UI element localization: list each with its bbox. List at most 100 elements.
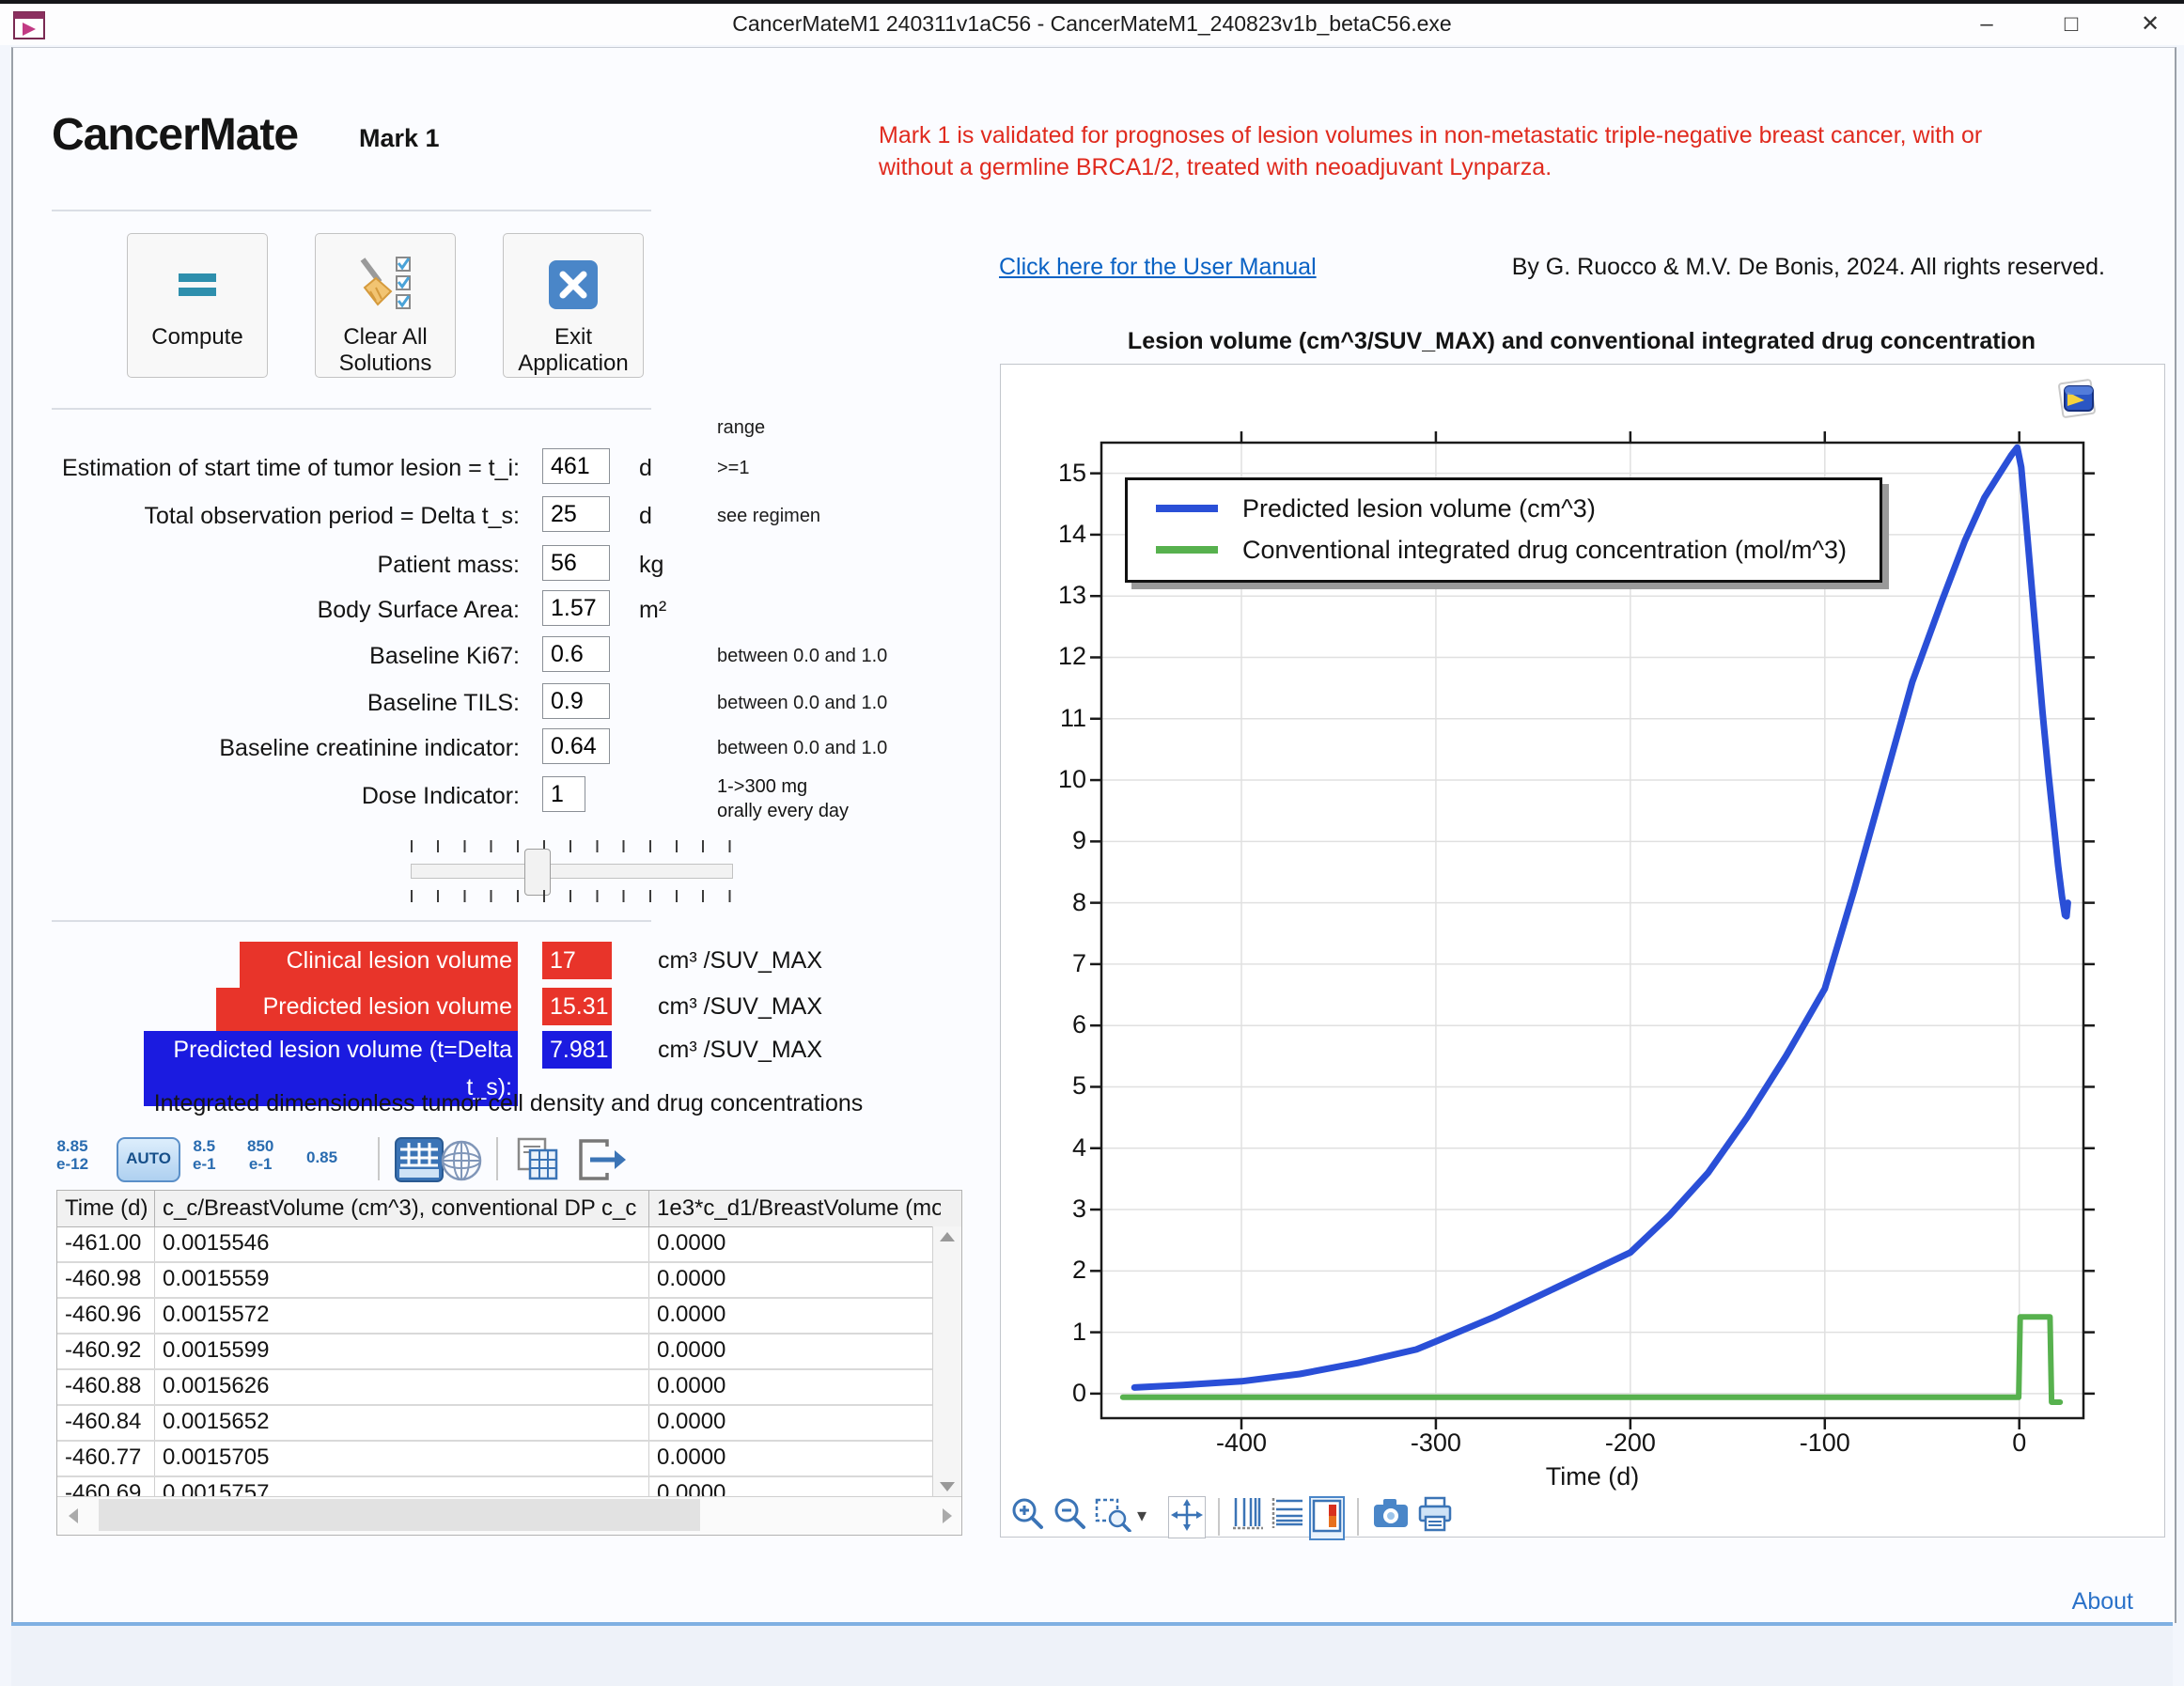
result-unit: cm³ /SUV_MAX (658, 988, 822, 1025)
copy-table-icon[interactable] (515, 1137, 562, 1187)
baseline-ki67-input[interactable] (542, 636, 610, 672)
form-row-patient-mass: Patient mass: kg (0, 543, 977, 586)
maximize-button[interactable]: □ (2045, 6, 2098, 43)
baseline-creatinine-input[interactable] (542, 728, 610, 764)
plot-area[interactable] (1101, 443, 2083, 1418)
close-button[interactable]: ✕ (2124, 6, 2176, 43)
range-column-header: range (717, 415, 765, 440)
precision-display-button-4[interactable]: 0.85 (306, 1137, 337, 1179)
form-row-baseline-creatinine: Baseline creatinine indicator: between 0… (0, 726, 977, 770)
body-surface-area-input[interactable] (542, 590, 610, 626)
column-header-time: Time (d) (57, 1191, 155, 1226)
field-label: Baseline TILS: (0, 681, 520, 725)
y-tick-label: 3 (1015, 1194, 1086, 1224)
form-row-body-surface-area: Body Surface Area: m² (0, 588, 977, 632)
legend-entry-lesion-volume: Predicted lesion volume (cm^3) (1156, 490, 1870, 527)
exit-button-label: Exit Application (507, 324, 639, 377)
y-tick-label: 4 (1015, 1133, 1086, 1163)
toolbar-separator (1357, 1498, 1359, 1536)
validation-text-line2: without a germline BRCA1/2, treated with… (879, 151, 2138, 183)
y-tick-label: 7 (1015, 949, 1086, 978)
chart-title: Lesion volume (cm^3/SUV_MAX) and convent… (1000, 328, 2163, 355)
table-header-row: Time (d) c_c/BreastVolume (cm^3), conven… (57, 1191, 961, 1227)
exit-application-button[interactable]: Exit Application (503, 233, 644, 378)
fit-view-icon[interactable] (1168, 1496, 1206, 1538)
clear-all-solutions-button[interactable]: Clear All Solutions (315, 233, 456, 378)
copyright-text: By G. Ruocco & M.V. De Bonis, 2024. All … (1447, 254, 2105, 281)
x-tick-label: 0 (1963, 1428, 2076, 1458)
precision-display-button-1[interactable]: 8.85 e-12 (56, 1137, 88, 1173)
toolbar-separator (1218, 1498, 1220, 1536)
y-tick-label: 13 (1015, 581, 1086, 610)
column-header-cc: c_c/BreastVolume (cm^3), conventional DP… (155, 1191, 649, 1226)
x-tick-label: -200 (1574, 1428, 1687, 1458)
clinical-lesion-volume-value[interactable]: 17 (542, 942, 612, 979)
compute-button[interactable]: Compute (127, 233, 268, 378)
observation-period-input[interactable] (542, 496, 610, 532)
field-label: Baseline creatinine indicator: (0, 726, 520, 770)
broom-checklist-icon (316, 255, 455, 315)
snapshot-camera-icon[interactable] (1372, 1496, 1410, 1535)
y-axis-log-icon[interactable] (1271, 1496, 1304, 1538)
patient-mass-input[interactable] (542, 545, 610, 581)
table-vertical-scrollbar[interactable] (932, 1226, 961, 1497)
x-axis-log-icon[interactable] (1231, 1496, 1265, 1538)
auto-precision-button[interactable]: AUTO (117, 1137, 180, 1182)
toolbar-separator (378, 1137, 380, 1180)
about-link[interactable]: About (2020, 1588, 2133, 1616)
unit-label: d (639, 446, 652, 490)
legend-line-sample (1156, 546, 1218, 554)
axis-window-icon[interactable] (1309, 1496, 1345, 1540)
y-tick-label: 11 (1015, 704, 1086, 733)
range-hint: see regimen (717, 494, 820, 538)
y-tick-label: 8 (1015, 888, 1086, 917)
zoom-options-caret-icon[interactable]: ▾ (1137, 1504, 1147, 1527)
y-tick-label: 10 (1015, 765, 1086, 794)
start-time-input[interactable] (542, 448, 610, 484)
scroll-up-icon[interactable] (940, 1232, 955, 1241)
table-display-icon[interactable] (395, 1137, 444, 1187)
table-row: -460.980.00155590.0000 (57, 1263, 961, 1299)
predicted-lesion-volume-ts-value[interactable]: 7.981 (542, 1031, 612, 1069)
y-tick-label: 9 (1015, 826, 1086, 855)
unit-label: kg (639, 543, 663, 586)
zoom-out-icon[interactable] (1053, 1496, 1088, 1537)
dose-slider-track[interactable] (411, 864, 733, 879)
precision-display-button-2[interactable]: 8.5 e-1 (193, 1137, 216, 1173)
form-row-start-time: Estimation of start time of tumor lesion… (0, 446, 977, 490)
dose-slider-thumb[interactable] (524, 849, 551, 896)
range-hint: between 0.0 and 1.0 (717, 726, 887, 770)
y-tick-label: 12 (1015, 642, 1086, 671)
zoom-in-icon[interactable] (1010, 1496, 1046, 1537)
print-icon[interactable] (1417, 1496, 1453, 1537)
app-title: CancerMate (52, 109, 298, 161)
dose-indicator-input[interactable] (542, 776, 585, 812)
y-tick-label: 5 (1015, 1071, 1086, 1101)
scrollbar-thumb[interactable] (99, 1499, 700, 1531)
scroll-down-icon[interactable] (940, 1482, 955, 1491)
table-horizontal-scrollbar[interactable] (57, 1496, 961, 1535)
divider (52, 408, 651, 410)
table-row: -460.840.00156520.0000 (57, 1406, 961, 1442)
toolbar-separator (496, 1137, 498, 1180)
sphere-display-icon[interactable] (440, 1139, 483, 1187)
minimize-button[interactable]: – (1960, 6, 2013, 43)
predicted-lesion-volume-t0-value[interactable]: 15.31 (542, 988, 612, 1025)
table-row: -461.000.00155460.0000 (57, 1227, 961, 1263)
user-manual-link[interactable]: Click here for the User Manual (999, 254, 1317, 281)
export-table-icon[interactable] (575, 1137, 628, 1187)
unit-label: m² (639, 588, 666, 632)
zoom-box-icon[interactable] (1095, 1496, 1132, 1537)
field-label: Estimation of start time of tumor lesion… (0, 446, 520, 490)
y-tick-label: 6 (1015, 1010, 1086, 1039)
range-hint: >=1 (717, 446, 749, 490)
scroll-left-icon[interactable] (69, 1508, 78, 1523)
scroll-right-icon[interactable] (943, 1508, 952, 1523)
chart-legend: Predicted lesion volume (cm^3) Conventio… (1125, 477, 1882, 583)
baseline-tils-input[interactable] (542, 683, 610, 719)
y-tick-label: 14 (1015, 520, 1086, 549)
x-axis-title: Time (d) (1101, 1462, 2083, 1491)
precision-display-button-3[interactable]: 850 e-1 (247, 1137, 273, 1173)
clear-button-label: Clear All Solutions (320, 324, 451, 377)
result-row-clinical-volume: Clinical lesion volume (t=0): 17 cm³ /SU… (0, 942, 977, 979)
